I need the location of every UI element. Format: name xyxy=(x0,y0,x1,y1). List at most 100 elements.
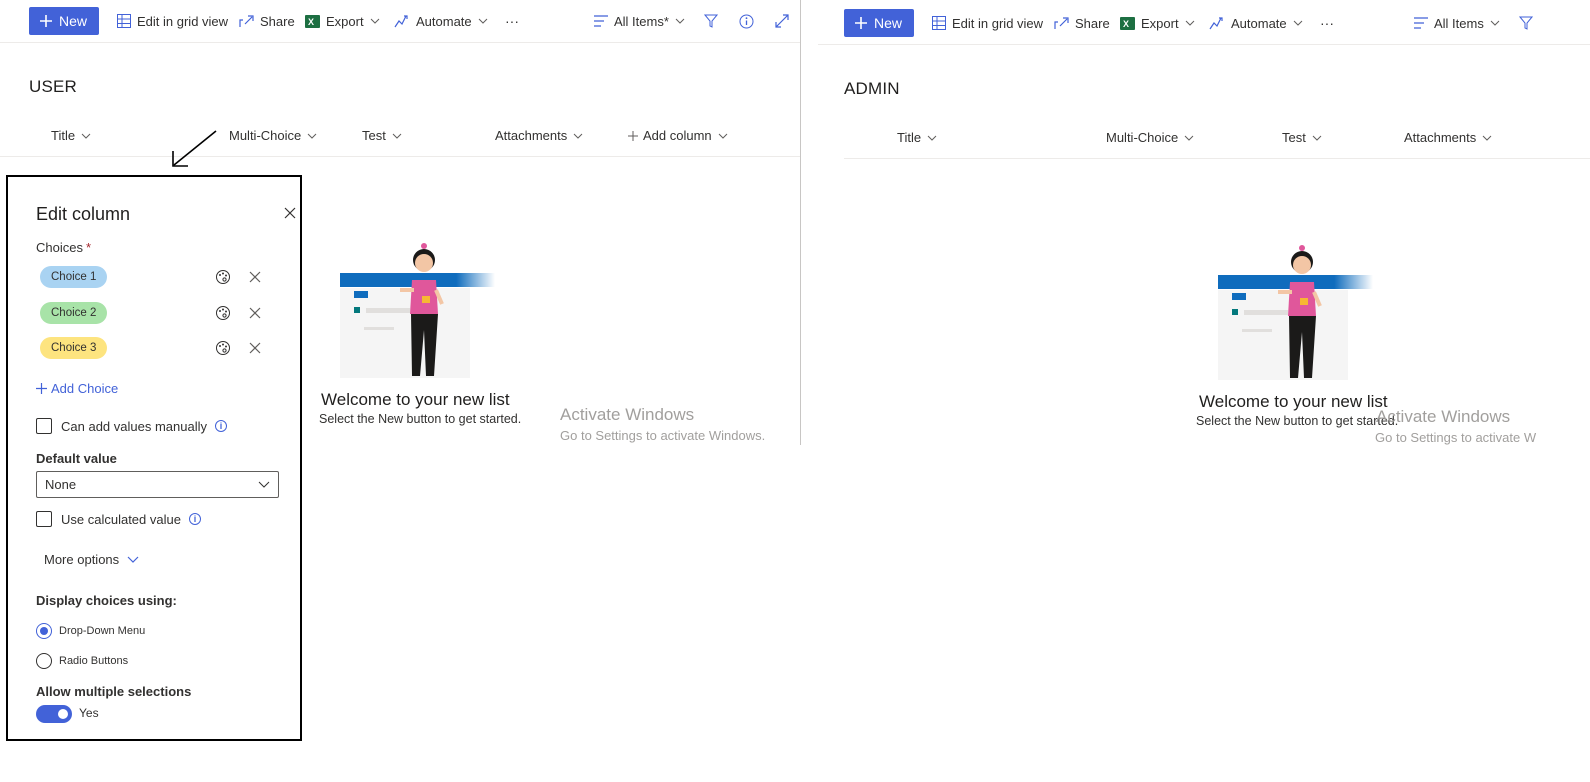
add-choice-button[interactable]: Add Choice xyxy=(36,381,118,396)
activate-windows-watermark-subtitle: Go to Settings to activate Windows. xyxy=(560,428,766,443)
export-button[interactable]: X Export xyxy=(305,0,386,42)
remove-choice-icon[interactable] xyxy=(249,342,261,354)
column-header-multi-choice[interactable]: Multi-Choice xyxy=(1106,130,1194,145)
palette-icon[interactable] xyxy=(215,305,231,321)
plus-icon xyxy=(40,15,52,27)
more-button[interactable]: ··· xyxy=(1320,2,1334,44)
radio-unselected[interactable] xyxy=(36,653,52,669)
filter-button[interactable] xyxy=(704,0,724,42)
display-option-dropdown[interactable]: Drop-Down Menu xyxy=(36,623,145,639)
info-icon[interactable]: i xyxy=(214,420,227,432)
add-column-button[interactable]: Add column xyxy=(628,128,728,143)
new-button[interactable]: New xyxy=(29,7,100,35)
share-icon xyxy=(1054,17,1069,29)
chevron-down-icon xyxy=(1185,20,1194,26)
more-button[interactable]: ··· xyxy=(505,0,519,42)
share-button[interactable]: Share xyxy=(1054,2,1110,44)
edit-grid-button[interactable]: Edit in grid view xyxy=(117,0,228,42)
svg-text:X: X xyxy=(308,17,314,27)
pointer-arrow-icon xyxy=(172,130,217,167)
info-button[interactable] xyxy=(739,0,760,42)
column-header-attachments[interactable]: Attachments xyxy=(495,128,583,143)
column-header-test[interactable]: Test xyxy=(1282,130,1322,145)
info-icon xyxy=(739,14,754,28)
empty-state-title: Welcome to your new list xyxy=(321,390,510,409)
close-icon[interactable] xyxy=(284,207,296,219)
activate-windows-watermark-subtitle: Go to Settings to activate W xyxy=(1375,430,1537,445)
edit-column-panel: Edit column Choices * Choice 1 Choice 2 C… xyxy=(6,175,302,741)
chevron-down-icon xyxy=(258,481,270,488)
default-value-dropdown[interactable]: None xyxy=(36,471,279,498)
grid-icon xyxy=(117,14,131,28)
expand-icon xyxy=(775,14,789,28)
choices-label: Choices * xyxy=(36,240,92,255)
radio-selected[interactable] xyxy=(36,623,52,639)
expand-button[interactable] xyxy=(775,0,795,42)
plus-icon xyxy=(628,130,638,141)
automate-button[interactable]: Automate xyxy=(1209,2,1309,44)
list-title: ADMIN xyxy=(844,79,900,98)
svg-text:X: X xyxy=(1123,19,1129,29)
excel-icon: X xyxy=(305,14,320,28)
chevron-down-icon xyxy=(675,18,685,24)
chevron-down-icon xyxy=(307,133,317,139)
default-value-label: Default value xyxy=(36,451,117,466)
allow-multiple-label: Allow multiple selections xyxy=(36,684,192,699)
empty-list-illustration xyxy=(340,243,495,378)
column-header-title[interactable]: Title xyxy=(897,130,937,145)
choice-pill-2[interactable]: Choice 2 xyxy=(40,302,108,324)
share-button[interactable]: Share xyxy=(239,0,295,42)
empty-state-title: Welcome to your new list xyxy=(1199,392,1388,411)
edit-grid-button[interactable]: Edit in grid view xyxy=(932,2,1043,44)
empty-list-illustration xyxy=(1218,245,1373,380)
remove-choice-icon[interactable] xyxy=(249,307,261,319)
column-header-test[interactable]: Test xyxy=(362,128,402,143)
export-button[interactable]: X Export xyxy=(1120,2,1201,44)
more-options-toggle[interactable]: More options xyxy=(44,552,139,567)
info-icon[interactable]: i xyxy=(188,513,201,525)
view-selector[interactable]: All Items* xyxy=(594,0,691,42)
filter-button[interactable] xyxy=(1519,2,1539,44)
column-header-multi-choice[interactable]: Multi-Choice xyxy=(229,128,317,143)
remove-choice-icon[interactable] xyxy=(249,271,261,283)
view-selector[interactable]: All Items xyxy=(1414,2,1506,44)
chevron-down-icon xyxy=(1184,135,1194,141)
activate-windows-watermark-title: Activate Windows xyxy=(1376,407,1511,426)
column-headers: Title Multi-Choice Test Attachments xyxy=(844,118,1590,159)
palette-icon[interactable] xyxy=(215,340,231,356)
automate-button[interactable]: Automate xyxy=(394,0,494,42)
calculated-value-checkbox[interactable] xyxy=(36,511,52,527)
manual-values-option: Can add values manually i xyxy=(36,418,227,434)
plus-icon xyxy=(36,383,47,394)
chevron-down-icon xyxy=(1312,135,1322,141)
allow-multiple-value: Yes xyxy=(79,706,99,720)
choice-pill-3[interactable]: Choice 3 xyxy=(40,337,108,359)
list-title: USER xyxy=(29,77,78,96)
chevron-down-icon xyxy=(127,556,139,563)
share-icon xyxy=(239,15,254,27)
panel-title: Edit column xyxy=(36,204,131,224)
calculated-value-option: Use calculated value i xyxy=(36,511,201,527)
grid-icon xyxy=(932,16,946,30)
command-bar: New Edit in grid view Share X Export Aut… xyxy=(0,0,800,43)
activate-windows-watermark-title: Activate Windows xyxy=(560,405,695,424)
allow-multiple-toggle[interactable] xyxy=(36,705,72,723)
chevron-down-icon xyxy=(927,135,937,141)
chevron-down-icon xyxy=(392,133,402,139)
filter-icon xyxy=(1519,16,1533,30)
chevron-down-icon xyxy=(718,133,728,139)
empty-state-subtitle: Select the New button to get started. xyxy=(1196,414,1399,428)
command-bar: New Edit in grid view Share X Export Aut… xyxy=(818,2,1590,45)
automate-icon xyxy=(394,15,408,28)
choice-pill-1[interactable]: Choice 1 xyxy=(40,266,108,288)
palette-icon[interactable] xyxy=(215,269,231,285)
chevron-down-icon xyxy=(1482,135,1492,141)
column-header-title[interactable]: Title xyxy=(51,128,91,143)
manual-values-checkbox[interactable] xyxy=(36,418,52,434)
plus-icon xyxy=(855,17,867,29)
chevron-down-icon xyxy=(478,18,488,24)
column-header-attachments[interactable]: Attachments xyxy=(1404,130,1492,145)
new-button[interactable]: New xyxy=(844,9,915,37)
display-option-radio[interactable]: Radio Buttons xyxy=(36,653,128,669)
list-view-icon xyxy=(594,15,608,27)
